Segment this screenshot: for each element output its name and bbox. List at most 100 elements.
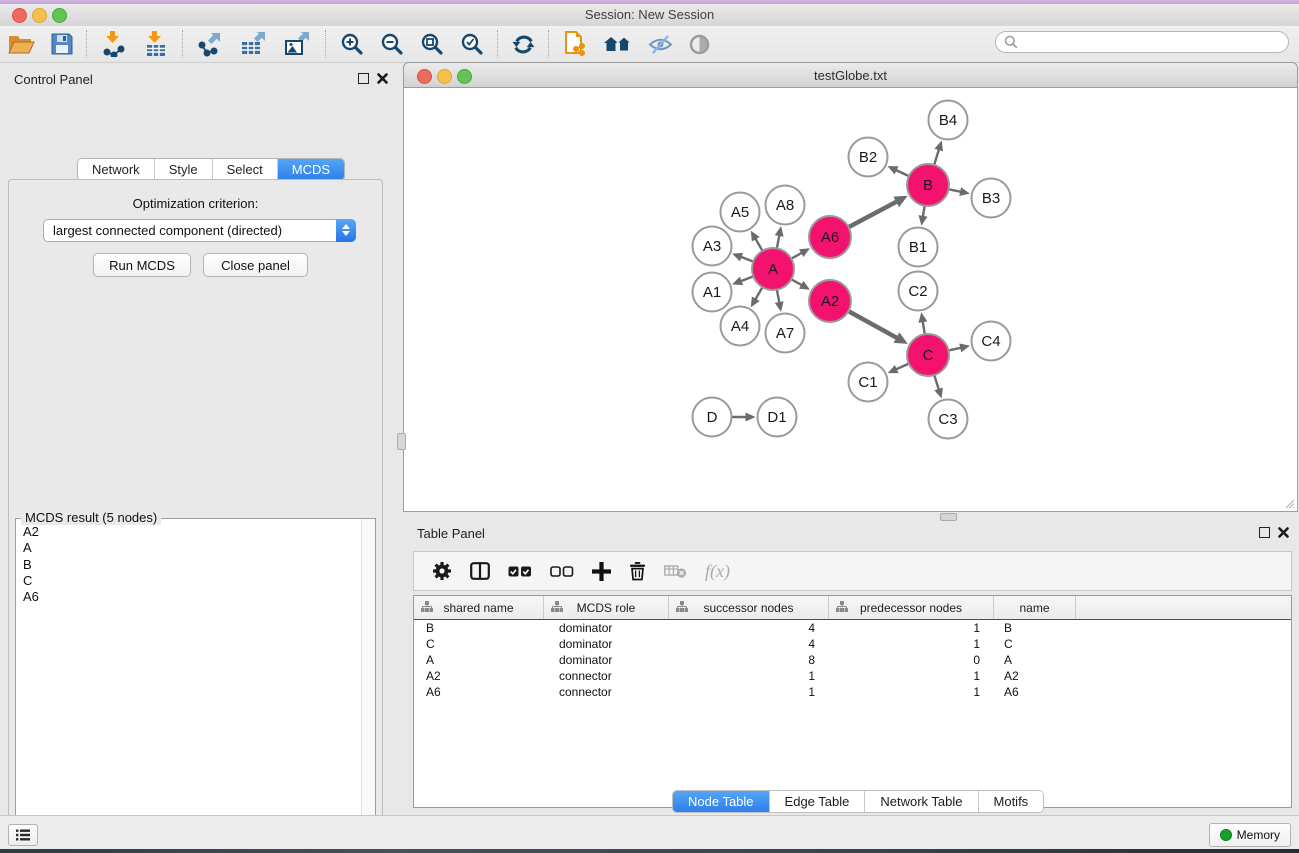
close-panel-button[interactable]: Close panel bbox=[203, 253, 308, 277]
table-cell: B bbox=[994, 621, 1076, 635]
dropdown-stepper bbox=[336, 219, 356, 242]
import-network-icon bbox=[101, 31, 127, 57]
graph-edge-arrowhead bbox=[959, 187, 970, 196]
select-all-checkboxes-icon[interactable] bbox=[508, 565, 532, 578]
mcds-result-title: MCDS result (5 nodes) bbox=[21, 510, 161, 525]
table-cell: 4 bbox=[669, 637, 829, 651]
column-layout-icon[interactable] bbox=[470, 562, 490, 580]
mcds-result-item[interactable]: A2 bbox=[17, 524, 361, 540]
graph-node-label: A1 bbox=[703, 284, 721, 301]
export-table-button[interactable] bbox=[232, 29, 276, 59]
zoom-selected-button[interactable] bbox=[452, 29, 492, 59]
graph-edge-arrowhead bbox=[732, 253, 743, 261]
network-graph: B4B2BB3A5A8A6A3B1AC2A1A2A4A7C4CC1DD1C3 bbox=[404, 88, 1297, 510]
table-row[interactable]: Adominator80A bbox=[414, 652, 1291, 668]
import-table-button[interactable] bbox=[135, 29, 177, 59]
mcds-result-scrollbar[interactable] bbox=[361, 519, 375, 853]
table-cell: connector bbox=[544, 685, 669, 699]
graph-node-label: B1 bbox=[909, 239, 927, 256]
import-table-icon bbox=[143, 31, 169, 57]
network-snapshot-button[interactable] bbox=[555, 29, 596, 59]
tab-mcds[interactable]: MCDS bbox=[277, 159, 344, 180]
export-image-button[interactable] bbox=[276, 29, 320, 59]
optimization-dropdown[interactable]: largest connected component (directed) bbox=[43, 219, 356, 242]
table-row[interactable]: Cdominator41C bbox=[414, 636, 1291, 652]
chevron-down-icon bbox=[342, 231, 350, 236]
export-network-icon bbox=[197, 31, 224, 57]
delete-columns-icon[interactable] bbox=[629, 561, 646, 581]
toolbar-separator bbox=[182, 30, 184, 58]
network-window-titlebar[interactable]: testGlobe.txt bbox=[403, 62, 1298, 88]
toolbar-separator bbox=[86, 30, 88, 58]
table-row[interactable]: Bdominator41B bbox=[414, 620, 1291, 636]
function-builder-icon[interactable]: f(x) bbox=[705, 561, 730, 582]
delete-table-icon[interactable] bbox=[664, 564, 687, 579]
zoom-out-button[interactable] bbox=[372, 29, 412, 59]
chevron-up-icon bbox=[342, 224, 350, 229]
settings-gear-icon[interactable] bbox=[432, 561, 452, 581]
memory-button[interactable]: Memory bbox=[1209, 823, 1291, 847]
tab-edge-table[interactable]: Edge Table bbox=[769, 791, 865, 812]
deselect-all-checkboxes-icon[interactable] bbox=[550, 565, 574, 578]
table-cell: A2 bbox=[994, 669, 1076, 683]
zoom-fit-button[interactable] bbox=[412, 29, 452, 59]
table-cell: 1 bbox=[669, 685, 829, 699]
toolbar-separator bbox=[325, 30, 327, 58]
graph-node-label: C3 bbox=[938, 411, 957, 428]
control-panel-title: Control Panel bbox=[14, 72, 93, 87]
table-panel-title: Table Panel bbox=[417, 526, 485, 541]
graph-edge-arrowhead bbox=[934, 388, 943, 399]
graph-node-label: D bbox=[707, 409, 718, 426]
graph-node-label: A7 bbox=[776, 325, 794, 342]
column-header-MCDS-role[interactable]: MCDS role bbox=[544, 596, 669, 619]
graph-edge-arrowhead bbox=[959, 343, 970, 352]
graph-node-label: C4 bbox=[981, 333, 1000, 350]
column-header-successor-nodes[interactable]: successor nodes bbox=[669, 596, 829, 619]
tab-motifs[interactable]: Motifs bbox=[978, 791, 1044, 812]
table-cell: 0 bbox=[829, 653, 994, 667]
graph-node-label: A3 bbox=[703, 238, 721, 255]
mcds-result-item[interactable]: B bbox=[17, 557, 361, 573]
horizontal-splitter-handle[interactable] bbox=[397, 433, 406, 450]
run-mcds-button[interactable]: Run MCDS bbox=[93, 253, 191, 277]
table-cell: 8 bbox=[669, 653, 829, 667]
mcds-result-item[interactable]: A bbox=[17, 540, 361, 556]
export-network-button[interactable] bbox=[189, 29, 232, 59]
column-header-predecessor-nodes[interactable]: predecessor nodes bbox=[829, 596, 994, 619]
float-table-panel-icon[interactable] bbox=[1259, 527, 1270, 538]
search-field[interactable] bbox=[995, 31, 1289, 53]
home-layouts-button[interactable] bbox=[596, 29, 640, 59]
add-column-icon[interactable] bbox=[592, 562, 611, 581]
table-row[interactable]: A2connector11A2 bbox=[414, 668, 1291, 684]
column-header-name[interactable]: name bbox=[994, 596, 1076, 619]
hide-selected-button[interactable] bbox=[640, 29, 681, 59]
float-panel-icon[interactable] bbox=[358, 73, 369, 84]
graph-node-label: A2 bbox=[821, 293, 839, 310]
mcds-result-item[interactable]: A6 bbox=[17, 589, 361, 605]
open-file-button[interactable] bbox=[0, 29, 43, 59]
tab-node-table[interactable]: Node Table bbox=[673, 791, 769, 812]
table-cell: 1 bbox=[829, 669, 994, 683]
tab-network-table[interactable]: Network Table bbox=[864, 791, 977, 812]
table-row[interactable]: A6connector11A6 bbox=[414, 684, 1291, 700]
refresh-button[interactable] bbox=[504, 29, 543, 59]
search-input[interactable] bbox=[1023, 34, 1288, 50]
table-cell: 4 bbox=[669, 621, 829, 635]
close-panel-icon[interactable] bbox=[377, 73, 388, 84]
close-table-panel-icon[interactable] bbox=[1278, 527, 1289, 538]
network-canvas[interactable]: B4B2BB3A5A8A6A3B1AC2A1A2A4A7C4CC1DD1C3 bbox=[403, 88, 1298, 512]
tab-network[interactable]: Network bbox=[78, 159, 154, 180]
show-eye-button[interactable] bbox=[681, 29, 718, 59]
homes-icon bbox=[604, 35, 632, 54]
import-network-button[interactable] bbox=[93, 29, 135, 59]
desktop-wallpaper-strip bbox=[0, 849, 1299, 853]
tab-select[interactable]: Select bbox=[212, 159, 277, 180]
window-resize-grip[interactable] bbox=[1283, 497, 1295, 509]
tab-style[interactable]: Style bbox=[154, 159, 212, 180]
zoom-in-button[interactable] bbox=[332, 29, 372, 59]
task-history-button[interactable] bbox=[8, 824, 38, 846]
column-header-shared-name[interactable]: shared name bbox=[414, 596, 544, 619]
save-session-button[interactable] bbox=[43, 29, 81, 59]
mcds-result-item[interactable]: C bbox=[17, 573, 361, 589]
mcds-result-list: A2ABCA6 bbox=[17, 524, 361, 853]
